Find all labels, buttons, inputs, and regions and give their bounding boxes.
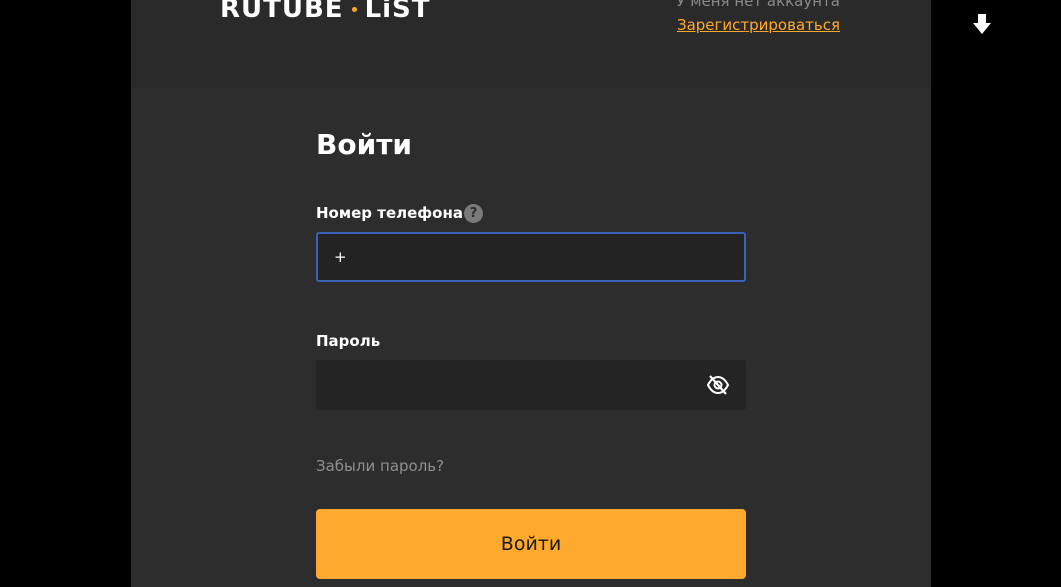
no-account-text: У меня нет аккаунта	[676, 0, 840, 10]
page-title: Войти	[316, 128, 413, 161]
phone-label: Номер телефона	[316, 204, 463, 222]
eye-slash-icon[interactable]	[706, 374, 730, 396]
phone-field[interactable]	[316, 232, 746, 282]
submit-button[interactable]: Войти	[316, 509, 746, 579]
password-field[interactable]	[316, 360, 746, 410]
down-arrow-icon[interactable]	[972, 14, 992, 36]
header: RUTUBE LiST У меня нет аккаунта Зарегист…	[131, 0, 931, 88]
help-icon-glyph: ?	[469, 206, 478, 221]
forgot-password-link[interactable]: Забыли пароль?	[316, 457, 444, 475]
register-link[interactable]: Зарегистрироваться	[677, 16, 840, 34]
logo-text-rutube: RUTUBE	[220, 0, 344, 24]
password-input[interactable]	[332, 360, 692, 410]
rutube-list-logo[interactable]: RUTUBE LiST	[220, 0, 431, 24]
logo-text-list: LiST	[364, 0, 431, 24]
password-label: Пароль	[316, 332, 381, 350]
question-mark-icon[interactable]: ?	[464, 204, 483, 223]
phone-input[interactable]	[334, 234, 694, 280]
logo-dot	[351, 6, 357, 12]
login-panel: RUTUBE LiST У меня нет аккаунта Зарегист…	[131, 0, 931, 587]
